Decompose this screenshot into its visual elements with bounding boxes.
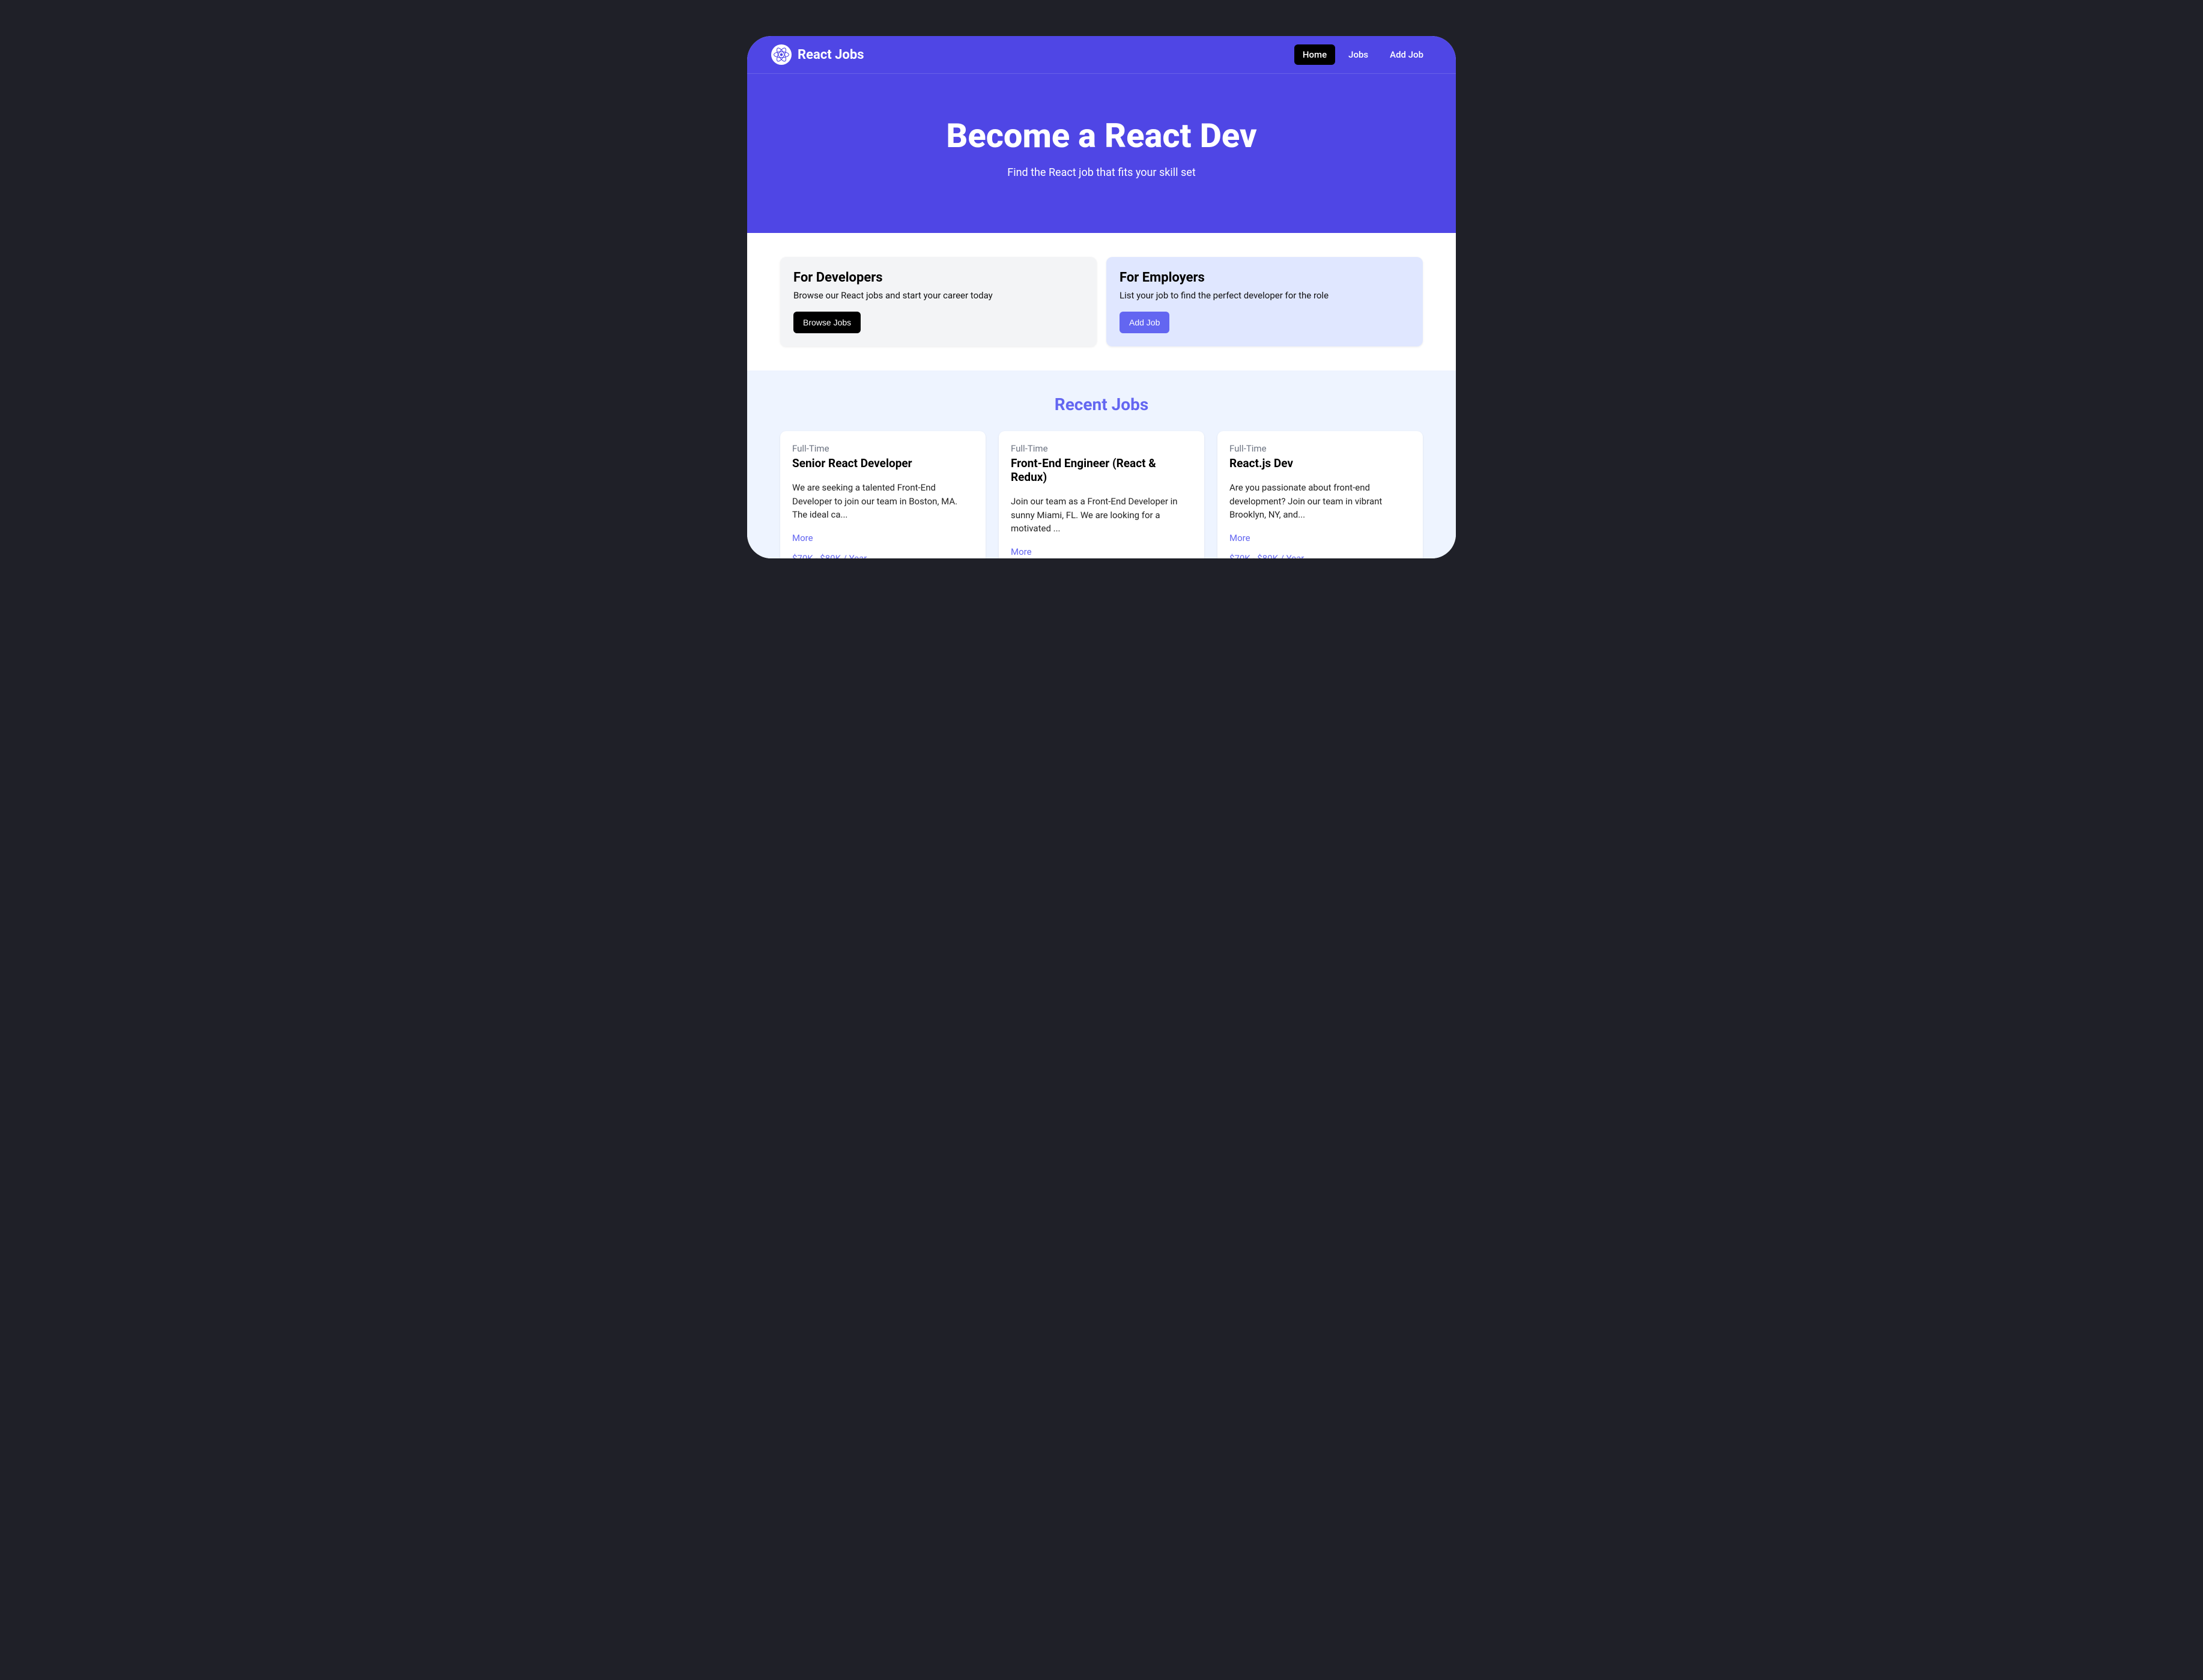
navbar: React Jobs Home Jobs Add Job: [747, 36, 1456, 74]
hero: Become a React Dev Find the React job th…: [747, 74, 1456, 233]
job-salary: $70K - $80K / Year: [792, 553, 974, 559]
job-title: React.js Dev: [1229, 456, 1411, 470]
promo-dev-title: For Developers: [793, 270, 1083, 285]
jobs-section: Recent Jobs Full-Time Senior React Devel…: [747, 370, 1456, 558]
job-card: Full-Time Front-End Engineer (React & Re…: [999, 431, 1204, 558]
job-desc: We are seeking a talented Front-End Deve…: [792, 481, 974, 522]
job-salary: $70K - $80K / Year: [1229, 553, 1411, 559]
browse-jobs-button[interactable]: Browse Jobs: [793, 312, 861, 333]
more-link[interactable]: More: [1229, 533, 1411, 543]
job-card: Full-Time React.js Dev Are you passionat…: [1217, 431, 1423, 558]
hero-subtitle: Find the React job that fits your skill …: [765, 166, 1438, 179]
promo-emp-desc: List your job to find the perfect develo…: [1120, 290, 1410, 301]
job-desc: Join our team as a Front-End Developer i…: [1011, 495, 1192, 536]
add-job-button[interactable]: Add Job: [1120, 312, 1169, 333]
promo-dev-desc: Browse our React jobs and start your car…: [793, 290, 1083, 301]
jobs-grid: Full-Time Senior React Developer We are …: [780, 431, 1423, 558]
job-desc: Are you passionate about front-end devel…: [1229, 481, 1411, 522]
promo-emp-title: For Employers: [1120, 270, 1410, 285]
nav-jobs[interactable]: Jobs: [1340, 44, 1377, 65]
job-title: Senior React Developer: [792, 456, 974, 470]
more-link[interactable]: More: [792, 533, 974, 543]
promo-card-developers: For Developers Browse our React jobs and…: [780, 257, 1097, 346]
app-frame: React Jobs Home Jobs Add Job Become a Re…: [747, 36, 1456, 558]
job-type: Full-Time: [1229, 443, 1411, 454]
brand[interactable]: React Jobs: [771, 44, 864, 65]
nav-home[interactable]: Home: [1294, 44, 1335, 65]
promo-section: For Developers Browse our React jobs and…: [747, 233, 1456, 370]
job-title: Front-End Engineer (React & Redux): [1011, 456, 1192, 484]
job-type: Full-Time: [792, 443, 974, 454]
brand-name: React Jobs: [798, 47, 864, 62]
job-type: Full-Time: [1011, 443, 1192, 454]
promo-container: For Developers Browse our React jobs and…: [780, 257, 1423, 346]
promo-card-employers: For Employers List your job to find the …: [1106, 257, 1423, 346]
more-link[interactable]: More: [1011, 546, 1192, 557]
react-logo-icon: [771, 44, 792, 65]
section-heading: Recent Jobs: [771, 394, 1432, 414]
hero-title: Become a React Dev: [765, 116, 1438, 156]
nav-add-job[interactable]: Add Job: [1381, 44, 1432, 65]
nav-links: Home Jobs Add Job: [1294, 44, 1432, 65]
job-card: Full-Time Senior React Developer We are …: [780, 431, 986, 558]
